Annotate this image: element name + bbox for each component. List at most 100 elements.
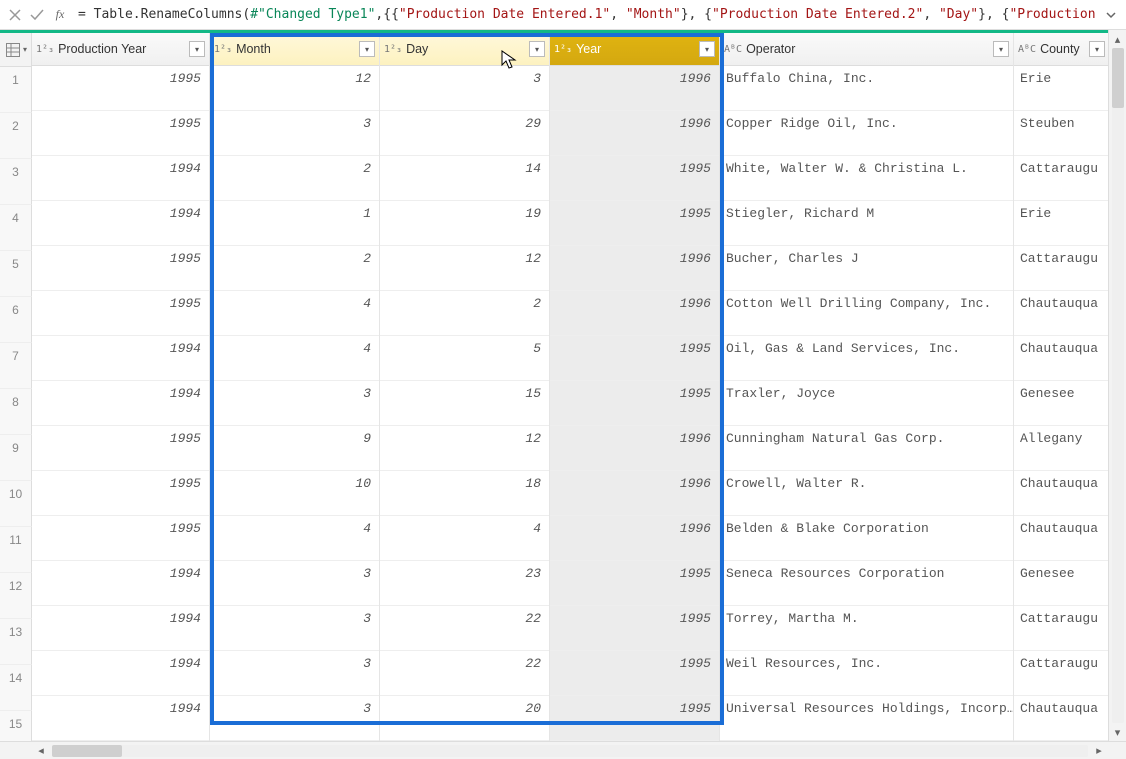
row-number[interactable]: 7: [0, 343, 32, 389]
row-number[interactable]: 5: [0, 251, 32, 297]
cell[interactable]: 2: [210, 156, 379, 201]
cell[interactable]: 1994: [32, 156, 209, 201]
cell[interactable]: Copper Ridge Oil, Inc.: [720, 111, 1013, 156]
cell[interactable]: 1994: [32, 651, 209, 696]
cell[interactable]: 1994: [32, 561, 209, 606]
cell[interactable]: 4: [210, 291, 379, 336]
cell[interactable]: 1994: [32, 336, 209, 381]
cell[interactable]: 1995: [550, 651, 719, 696]
cell[interactable]: 12: [380, 246, 549, 291]
cell[interactable]: Seneca Resources Corporation: [720, 561, 1013, 606]
cell[interactable]: Stiegler, Richard M: [720, 201, 1013, 246]
row-number[interactable]: 14: [0, 665, 32, 711]
row-number[interactable]: 10: [0, 481, 32, 527]
cell[interactable]: 9: [210, 426, 379, 471]
row-number[interactable]: 4: [0, 205, 32, 251]
cell[interactable]: Weil Resources, Inc.: [720, 651, 1013, 696]
column-header-day[interactable]: 1²₃Day▾: [380, 33, 549, 66]
cell[interactable]: Crowell, Walter R.: [720, 471, 1013, 516]
cell[interactable]: 22: [380, 651, 549, 696]
h-scroll-track[interactable]: [52, 745, 1088, 757]
cell[interactable]: 1995: [32, 66, 209, 111]
cell[interactable]: 1996: [550, 426, 719, 471]
filter-button[interactable]: ▾: [1089, 41, 1105, 57]
cell[interactable]: 1996: [550, 516, 719, 561]
cell[interactable]: 3: [210, 561, 379, 606]
filter-button[interactable]: ▾: [359, 41, 375, 57]
cell[interactable]: 4: [380, 516, 549, 561]
column-header-year[interactable]: 1²₃Year▾: [550, 33, 719, 66]
row-number[interactable]: 8: [0, 389, 32, 435]
cell[interactable]: 4: [210, 516, 379, 561]
cell[interactable]: Chautauqua: [1014, 291, 1109, 336]
cell[interactable]: Belden & Blake Corporation: [720, 516, 1013, 561]
filter-button[interactable]: ▾: [993, 41, 1009, 57]
cell[interactable]: 10: [210, 471, 379, 516]
row-number[interactable]: 1: [0, 67, 32, 113]
cell[interactable]: 3: [380, 66, 549, 111]
cell[interactable]: 1995: [550, 156, 719, 201]
cell[interactable]: 1995: [32, 471, 209, 516]
vertical-scrollbar[interactable]: ▴ ▾: [1108, 30, 1126, 741]
expand-formula-button[interactable]: [1100, 4, 1122, 26]
cell[interactable]: Cunningham Natural Gas Corp.: [720, 426, 1013, 471]
cell[interactable]: 12: [210, 66, 379, 111]
scroll-left-button[interactable]: ◂: [32, 743, 50, 759]
cell[interactable]: 19: [380, 201, 549, 246]
column-header-month[interactable]: 1²₃Month▾: [210, 33, 379, 66]
column-header-operator[interactable]: AᴮCOperator▾: [720, 33, 1013, 66]
cell[interactable]: 3: [210, 381, 379, 426]
cell[interactable]: 1994: [32, 381, 209, 426]
cell[interactable]: 29: [380, 111, 549, 156]
cell[interactable]: Chautauqua: [1014, 696, 1109, 741]
table-options-button[interactable]: ▾: [0, 33, 32, 67]
cell[interactable]: Cattaraugu: [1014, 156, 1109, 201]
cell[interactable]: 22: [380, 606, 549, 651]
cell[interactable]: Universal Resources Holdings, Incorp…: [720, 696, 1013, 741]
scroll-right-button[interactable]: ▸: [1090, 743, 1108, 759]
cell[interactable]: Oil, Gas & Land Services, Inc.: [720, 336, 1013, 381]
cell[interactable]: 1995: [32, 291, 209, 336]
cell[interactable]: 1996: [550, 111, 719, 156]
cell[interactable]: 5: [380, 336, 549, 381]
row-number[interactable]: 2: [0, 113, 32, 159]
row-number[interactable]: 3: [0, 159, 32, 205]
cell[interactable]: 2: [380, 291, 549, 336]
row-number[interactable]: 15: [0, 711, 32, 741]
cell[interactable]: 15: [380, 381, 549, 426]
row-number[interactable]: 12: [0, 573, 32, 619]
cell[interactable]: 1996: [550, 291, 719, 336]
cell[interactable]: Cattaraugu: [1014, 606, 1109, 651]
filter-button[interactable]: ▾: [189, 41, 205, 57]
h-scroll-thumb[interactable]: [52, 745, 122, 757]
cell[interactable]: 23: [380, 561, 549, 606]
cell[interactable]: Erie: [1014, 66, 1109, 111]
cell[interactable]: 4: [210, 336, 379, 381]
cell[interactable]: Genesee: [1014, 381, 1109, 426]
column-header-prod_year[interactable]: 1²₃Production Year▾: [32, 33, 209, 66]
cell[interactable]: 3: [210, 111, 379, 156]
cell[interactable]: Traxler, Joyce: [720, 381, 1013, 426]
filter-button[interactable]: ▾: [529, 41, 545, 57]
cell[interactable]: Bucher, Charles J: [720, 246, 1013, 291]
filter-button[interactable]: ▾: [699, 41, 715, 57]
accept-formula-button[interactable]: [26, 4, 48, 26]
cell[interactable]: 1995: [32, 111, 209, 156]
cell[interactable]: 3: [210, 606, 379, 651]
cell[interactable]: 1995: [550, 336, 719, 381]
cell[interactable]: 14: [380, 156, 549, 201]
cell[interactable]: 3: [210, 696, 379, 741]
cell[interactable]: Allegany: [1014, 426, 1109, 471]
cell[interactable]: 1995: [550, 606, 719, 651]
cell[interactable]: 1: [210, 201, 379, 246]
column-header-county[interactable]: AᴮCCounty▾: [1014, 33, 1109, 66]
cell[interactable]: Chautauqua: [1014, 336, 1109, 381]
row-number[interactable]: 9: [0, 435, 32, 481]
v-scroll-thumb[interactable]: [1112, 48, 1124, 108]
cell[interactable]: Cattaraugu: [1014, 651, 1109, 696]
cell[interactable]: 12: [380, 426, 549, 471]
cell[interactable]: 1996: [550, 66, 719, 111]
cell[interactable]: 1995: [550, 696, 719, 741]
cell[interactable]: Chautauqua: [1014, 471, 1109, 516]
formula-input[interactable]: = Table.RenameColumns(#"Changed Type1",{…: [72, 7, 1100, 22]
